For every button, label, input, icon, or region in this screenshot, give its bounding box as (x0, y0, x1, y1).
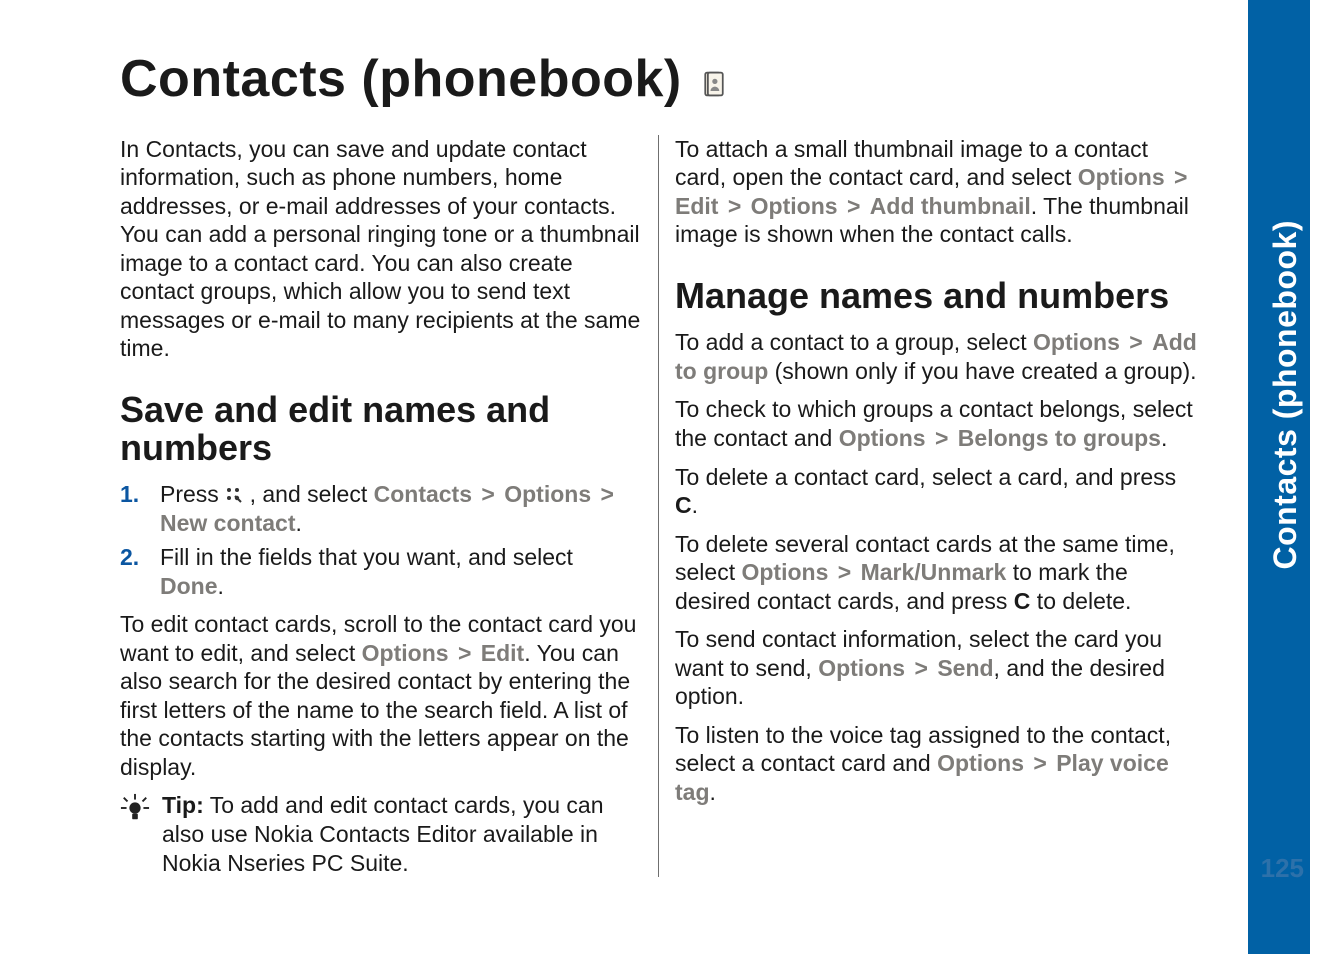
column-right: To attach a small thumbnail image to a c… (659, 135, 1197, 877)
menu-contacts: Contacts (374, 481, 472, 507)
side-spine: Contacts (phonebook) 125 (1248, 0, 1322, 954)
thumb-paragraph: To attach a small thumbnail image to a c… (675, 135, 1197, 249)
breadcrumb-sep: > (1171, 164, 1190, 190)
menu-options: Options (741, 559, 828, 585)
step-2-pre: Fill in the fields that you want, and se… (160, 544, 573, 570)
key-c: C (675, 492, 692, 518)
breadcrumb-sep: > (844, 193, 863, 219)
menu-options: Options (504, 481, 591, 507)
tip-icon (120, 791, 158, 830)
menu-options: Options (1078, 164, 1165, 190)
page-body: Contacts (phonebook) In Contacts, you ca… (0, 0, 1244, 954)
addgroup-post: (shown only if you have created a group)… (768, 358, 1196, 384)
belongs-dot: . (1161, 425, 1167, 451)
page-number: 125 (1261, 853, 1304, 884)
delmany-post: to delete. (1030, 588, 1131, 614)
menu-options: Options (362, 640, 449, 666)
delete-dot: . (692, 492, 698, 518)
addgroup-pre: To add a contact to a group, select (675, 329, 1033, 355)
menu-key-icon (225, 482, 243, 500)
belongs-paragraph: To check to which groups a contact belon… (675, 395, 1197, 452)
step-1: 1. Press , and select Contacts > Options (120, 480, 642, 537)
steps-list: 1. Press , and select Contacts > Options (120, 480, 642, 600)
tip-block: Tip: To add and edit contact cards, you … (120, 791, 642, 877)
addgroup-paragraph: To add a contact to a group, select Opti… (675, 328, 1197, 385)
breadcrumb-sep: > (835, 559, 854, 585)
key-c: C (1014, 588, 1031, 614)
edit-paragraph: To edit contact cards, scroll to the con… (120, 610, 642, 781)
title-row: Contacts (phonebook) (120, 52, 1224, 107)
step-1-number: 1. (120, 480, 139, 509)
menu-send: Send (937, 655, 993, 681)
step-2-dot: . (218, 573, 224, 599)
heading-save-edit: Save and edit names and numbers (120, 391, 642, 467)
menu-belongs-to-groups: Belongs to groups (958, 425, 1161, 451)
step-1-pre: Press (160, 481, 225, 507)
intro-text: In Contacts, you can save and update con… (120, 135, 642, 363)
step-1-dot: . (295, 510, 301, 536)
menu-options: Options (1033, 329, 1120, 355)
menu-options: Options (751, 193, 838, 219)
menu-add-thumbnail: Add thumbnail (870, 193, 1031, 219)
menu-options: Options (818, 655, 905, 681)
delete-pre: To delete a contact card, select a card,… (675, 464, 1176, 490)
delmany-paragraph: To delete several contact cards at the s… (675, 530, 1197, 616)
tip-text: To add and edit contact cards, you can a… (162, 792, 604, 875)
menu-mark-unmark: Mark/Unmark (861, 559, 1007, 585)
column-left: In Contacts, you can save and update con… (120, 135, 659, 877)
heading-manage: Manage names and numbers (675, 277, 1197, 315)
delete-paragraph: To delete a contact card, select a card,… (675, 463, 1197, 520)
breadcrumb-sep: > (725, 193, 744, 219)
menu-edit: Edit (481, 640, 524, 666)
breadcrumb-sep: > (598, 481, 617, 507)
contacts-icon (700, 70, 728, 98)
tip-body: Tip: To add and edit contact cards, you … (158, 791, 642, 877)
step-2-number: 2. (120, 543, 139, 572)
menu-options: Options (937, 750, 1024, 776)
breadcrumb-sep: > (1030, 750, 1049, 776)
menu-done: Done (160, 573, 218, 599)
menu-edit: Edit (675, 193, 718, 219)
breadcrumb-sep: > (478, 481, 497, 507)
breadcrumb-sep: > (911, 655, 930, 681)
menu-options: Options (839, 425, 926, 451)
menu-new-contact: New contact (160, 510, 295, 536)
columns: In Contacts, you can save and update con… (120, 135, 1224, 877)
tip-label: Tip: (162, 792, 204, 818)
breadcrumb-sep: > (1126, 329, 1145, 355)
spine-label: Contacts (phonebook) (1267, 220, 1304, 570)
breadcrumb-sep: > (455, 640, 474, 666)
step-1-post: , and select (243, 481, 373, 507)
voice-paragraph: To listen to the voice tag assigned to t… (675, 721, 1197, 807)
step-2: 2. Fill in the fields that you want, and… (120, 543, 642, 600)
voice-dot: . (710, 779, 716, 805)
page-title: Contacts (phonebook) (120, 52, 682, 107)
breadcrumb-sep: > (932, 425, 951, 451)
send-paragraph: To send contact information, select the … (675, 625, 1197, 711)
